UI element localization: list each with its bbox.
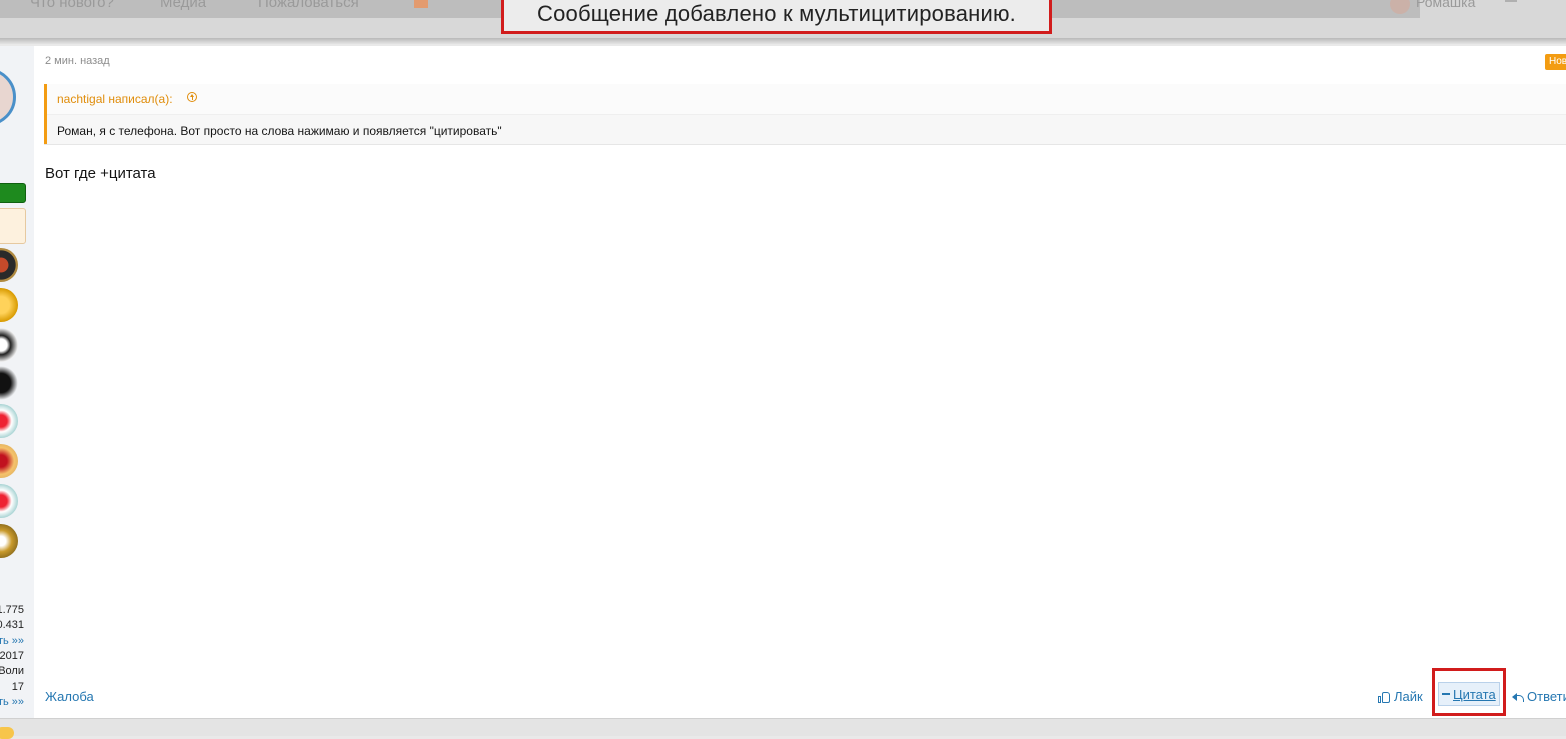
nav-item-whats-new[interactable]: Что нового?: [30, 0, 114, 11]
trophy-icon[interactable]: [0, 366, 18, 400]
quote-block: nachtigal написал(а): Роман, я с телефон…: [44, 84, 1566, 144]
notification-text: Сообщение добавлено к мультицитированию.: [536, 1, 1016, 26]
post-actions: Лайк Цитата Ответи: [34, 668, 1566, 716]
multiquote-notification: Сообщение добавлено к мультицитированию.: [501, 0, 1052, 34]
trophy-icon[interactable]: [0, 444, 18, 478]
stat-value: 0.431: [0, 619, 24, 631]
stat-more-link[interactable]: ть »»: [0, 696, 24, 708]
post-body-text: Вот где +цитата: [45, 165, 156, 182]
quote-author[interactable]: nachtigal написал(а):: [57, 92, 173, 106]
user-title-badge: [0, 183, 26, 203]
trophy-icon[interactable]: [0, 524, 18, 558]
stat-value: 2017: [0, 650, 24, 662]
new-badge: Нов: [1545, 54, 1566, 70]
thumbs-up-icon: [1378, 691, 1390, 703]
like-label: Лайк: [1394, 689, 1423, 704]
user-banner: [0, 208, 26, 244]
stat-value: 17: [11, 681, 24, 693]
nav-item-media[interactable]: Медиа: [160, 0, 206, 11]
user-sidebar: 1.775 0.431 ть »» 2017 Воли 17 ть »»: [0, 46, 34, 718]
reply-icon: [1512, 692, 1524, 702]
tag-icon: [0, 727, 14, 739]
author-avatar[interactable]: [0, 68, 16, 126]
minus-icon: [1442, 693, 1450, 695]
trophy-icon[interactable]: [0, 288, 18, 322]
trophy-icon[interactable]: [0, 328, 18, 362]
nav-item-complaints[interactable]: Пожаловаться: [258, 0, 359, 11]
arrow-up-circle-icon[interactable]: [187, 92, 197, 102]
stat-more-link[interactable]: ть »»: [0, 635, 24, 647]
reply-label: Ответи: [1527, 689, 1566, 704]
trophy-icon[interactable]: [0, 248, 18, 282]
like-button[interactable]: Лайк: [1378, 689, 1423, 704]
multiquote-button[interactable]: Цитата: [1438, 682, 1500, 706]
username-link[interactable]: Ромашка: [1416, 0, 1475, 10]
topbar-shadow: [0, 38, 1566, 44]
multiquote-label: Цитата: [1453, 686, 1496, 702]
trophy-icon[interactable]: [0, 484, 18, 518]
divider: [44, 144, 1566, 145]
bottom-bar: [0, 718, 1566, 739]
reply-button[interactable]: Ответи: [1512, 689, 1566, 704]
quote-text: Роман, я с телефона. Вот просто на слова…: [57, 124, 502, 138]
stat-value: 1.775: [0, 604, 24, 616]
trophy-icon[interactable]: [0, 404, 18, 438]
flag-icon: [414, 0, 428, 8]
post-message: 2 мин. назад Нов nachtigal написал(а): Р…: [34, 46, 1566, 718]
quote-header: nachtigal написал(а):: [47, 84, 1566, 115]
stat-value: Воли: [0, 665, 24, 677]
post-date[interactable]: 2 мин. назад: [45, 55, 110, 67]
